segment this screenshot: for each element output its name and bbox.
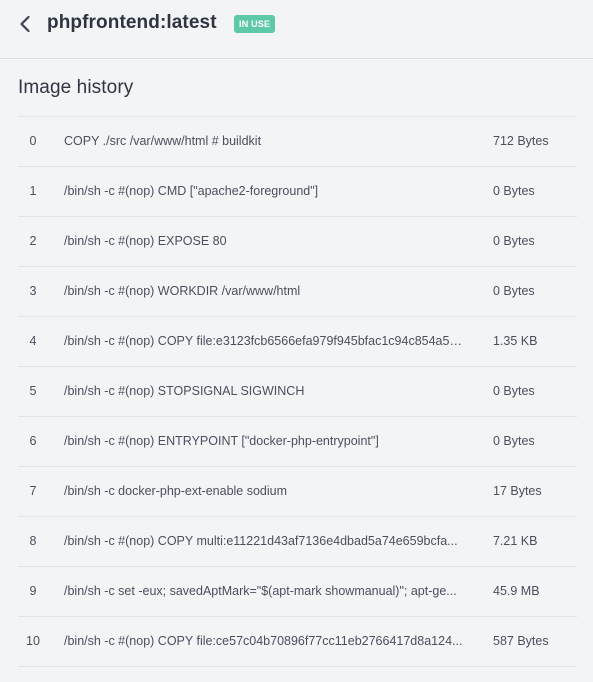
layer-command: /bin/sh -c set -eux; savedAptMark="$(apt… — [64, 584, 457, 598]
layer-index: 3 — [29, 284, 37, 298]
table-row: 5/bin/sh -c #(nop) STOPSIGNAL SIGWINCH 0 … — [18, 367, 577, 417]
layer-command: /bin/sh -c #(nop) WORKDIR /var/www/html — [64, 284, 301, 298]
image-history-table: 0 COPY ./src /var/www/html # buildkit 712 … — [18, 116, 577, 667]
table-row: 0 COPY ./src /var/www/html # buildkit 712 … — [18, 117, 577, 167]
layer-index: 4 — [29, 334, 37, 348]
layer-index: 7 — [29, 484, 37, 498]
layer-size: 0 Bytes — [493, 234, 535, 248]
status-badge: IN USE — [234, 15, 276, 33]
layer-index: 1 — [29, 184, 37, 198]
table-row: 2/bin/sh -c #(nop) EXPOSE 80 0 Bytes — [18, 217, 577, 267]
layer-command: /bin/sh -c docker-php-ext-enable sodium — [64, 484, 288, 498]
table-row: 6/bin/sh -c #(nop) ENTRYPOINT ["docker-p… — [18, 417, 577, 467]
layer-index: 9 — [29, 584, 37, 598]
layer-command: /bin/sh -c #(nop) COPY multi:e11221d43af… — [64, 534, 458, 548]
layer-command: /bin/sh -c #(nop) ENTRYPOINT ["docker-ph… — [64, 434, 379, 448]
layer-command: COPY ./src /var/www/html # buildkit — [64, 134, 262, 148]
layer-command: /bin/sh -c #(nop) COPY file:ce57c04b7089… — [64, 634, 463, 648]
layer-index: 10 — [26, 634, 40, 648]
back-button[interactable] — [14, 12, 36, 36]
image-detail-page: phpfrontend:latest IN USE Image history … — [0, 0, 593, 682]
section-title: Image history — [18, 77, 134, 98]
layer-size: 0 Bytes — [493, 434, 535, 448]
layer-size: 587 Bytes — [493, 634, 549, 648]
layer-command: /bin/sh -c #(nop) CMD ["apache2-foregrou… — [64, 184, 319, 198]
table-row: 9/bin/sh -c set -eux; savedAptMark="$(ap… — [18, 567, 577, 617]
table-row: 10/bin/sh -c #(nop) COPY file:ce57c04b70… — [18, 617, 577, 667]
layer-command: /bin/sh -c #(nop) EXPOSE 80 — [64, 234, 227, 248]
layer-index: 2 — [29, 234, 37, 248]
layer-size: 1.35 KB — [493, 334, 538, 348]
layer-command: /bin/sh -c #(nop) STOPSIGNAL SIGWINCH — [64, 384, 305, 398]
layer-size: 7.21 KB — [493, 534, 538, 548]
layer-size: 0 Bytes — [493, 284, 535, 298]
table-row: 7/bin/sh -c docker-php-ext-enable sodium… — [18, 467, 577, 517]
page-title: phpfrontend:latest — [47, 12, 217, 33]
page-header: phpfrontend:latest IN USE — [0, 0, 593, 59]
table-row: 1/bin/sh -c #(nop) CMD ["apache2-foregro… — [18, 167, 577, 217]
table-row: 3/bin/sh -c #(nop) WORKDIR /var/www/html… — [18, 267, 577, 317]
layer-index: 5 — [29, 384, 37, 398]
table-row: 4/bin/sh -c #(nop) COPY file:e3123fcb656… — [18, 317, 577, 367]
chevron-left-icon — [20, 15, 30, 33]
table-row: 8/bin/sh -c #(nop) COPY multi:e11221d43a… — [18, 517, 577, 567]
layer-size: 0 Bytes — [493, 384, 535, 398]
layer-size: 17 Bytes — [493, 484, 542, 498]
layer-size: 45.9 MB — [493, 584, 540, 598]
layer-index: 0 — [29, 134, 37, 148]
layer-size: 0 Bytes — [493, 184, 535, 198]
layer-index: 6 — [29, 434, 37, 448]
layer-command: /bin/sh -c #(nop) COPY file:e3123fcb6566… — [64, 334, 464, 348]
layer-index: 8 — [29, 534, 37, 548]
layer-size: 712 Bytes — [493, 134, 549, 148]
